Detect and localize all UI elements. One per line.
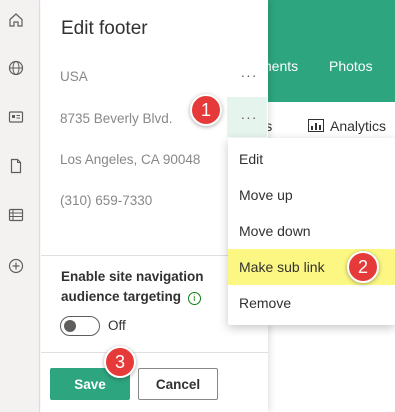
cancel-button[interactable]: Cancel [138, 368, 218, 400]
site-header: ments Photos [260, 0, 395, 102]
list-icon[interactable] [8, 207, 24, 223]
audience-targeting-text: Enable site navigation audience targetin… [61, 269, 204, 304]
analytics-button[interactable]: Analytics [308, 118, 386, 134]
toggle-state-label: Off [108, 318, 126, 333]
info-icon[interactable]: i [187, 292, 201, 305]
footer-divider [41, 352, 268, 353]
toggle-knob [64, 320, 76, 332]
footer-link-phone[interactable]: (310) 659-7330 [60, 193, 152, 208]
menu-item-move-down[interactable]: Move down [228, 213, 395, 249]
add-icon[interactable] [8, 258, 24, 274]
footer-link-city[interactable]: Los Angeles, CA 90048 [60, 152, 200, 167]
footer-link-address[interactable]: 8735 Beverly Blvd. [60, 111, 173, 126]
audience-targeting-toggle[interactable] [60, 316, 100, 336]
menu-item-move-up[interactable]: Move up [228, 177, 395, 213]
globe-icon[interactable] [8, 60, 24, 76]
command-bar: ils Analytics [259, 110, 395, 140]
analytics-label: Analytics [330, 118, 387, 134]
step-badge-1: 1 [190, 94, 222, 126]
footer-link-country[interactable]: USA [60, 69, 88, 84]
more-options-button[interactable]: ··· [240, 67, 258, 83]
analytics-icon [308, 119, 324, 132]
menu-item-edit[interactable]: Edit [228, 141, 395, 177]
step-badge-3: 3 [104, 346, 136, 378]
panel-title: Edit footer [61, 18, 148, 39]
context-menu: Edit Move up Move down Make sub link Rem… [228, 138, 395, 325]
news-icon[interactable] [8, 109, 24, 125]
home-icon[interactable] [8, 12, 24, 28]
app-rail [0, 0, 40, 412]
nav-link-photos[interactable]: Photos [329, 58, 373, 74]
more-options-button-active[interactable]: ··· [240, 109, 258, 125]
step-badge-2: 2 [347, 251, 379, 283]
audience-targeting-label: Enable site navigation audience targetin… [61, 267, 241, 307]
document-icon[interactable] [8, 158, 24, 174]
menu-item-remove[interactable]: Remove [228, 285, 395, 321]
